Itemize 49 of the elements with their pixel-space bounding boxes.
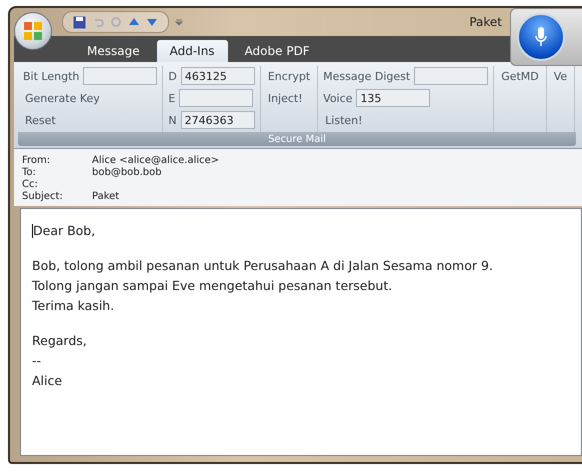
office-logo-button[interactable] bbox=[14, 12, 52, 50]
field-label: Message Digest bbox=[323, 70, 410, 82]
microphone-button[interactable] bbox=[517, 13, 565, 61]
field-label: Bit Length bbox=[23, 70, 80, 82]
group-label: Secure Mail bbox=[18, 132, 576, 146]
ribbon-button[interactable]: Ve bbox=[552, 70, 570, 82]
input-field[interactable]: 463125 bbox=[180, 67, 255, 85]
down-arrow-icon[interactable] bbox=[146, 17, 158, 27]
field-label: D bbox=[168, 70, 177, 82]
header-label: Cc: bbox=[22, 179, 39, 190]
input-field[interactable] bbox=[414, 67, 488, 85]
office-logo-icon bbox=[23, 21, 43, 41]
body-text: Alice bbox=[32, 372, 62, 390]
microphone-icon bbox=[534, 26, 548, 48]
header-value: bob@bob.bob bbox=[92, 167, 163, 178]
body-text: Regards, bbox=[32, 332, 87, 350]
header-value: Paket bbox=[92, 191, 120, 202]
ribbon-button[interactable]: Encrypt bbox=[266, 70, 312, 82]
save-icon[interactable] bbox=[73, 16, 86, 28]
input-field[interactable]: 135 bbox=[356, 89, 430, 107]
header-label: Subject: bbox=[22, 191, 64, 202]
header-value: Alice <alice@alice.alice> bbox=[92, 155, 220, 166]
ribbon-button[interactable]: GetMD bbox=[499, 70, 541, 82]
body-text: -- bbox=[32, 352, 42, 370]
up-arrow-icon[interactable] bbox=[128, 17, 140, 27]
ribbon-button[interactable]: Reset bbox=[23, 114, 58, 126]
field-label: E bbox=[168, 92, 176, 104]
ribbon-button[interactable]: Inject! bbox=[266, 92, 305, 104]
body-text: Dear Bob, bbox=[33, 222, 96, 240]
header-label: To: bbox=[22, 167, 37, 178]
redo-icon[interactable] bbox=[110, 16, 122, 28]
ribbon-tab[interactable]: Add-Ins bbox=[156, 40, 228, 62]
ribbon-tab[interactable]: Adobe PDF bbox=[232, 40, 323, 62]
text-cursor bbox=[32, 224, 33, 238]
message-body[interactable]: Dear Bob, Bob, tolong ambil pesanan untuk Perusahaan A di Jalan Sesama nomor 9. Tolong jangan sampai Eve mengetahui pesanan tersebut. Terima kasih. Regards, -- Alice bbox=[20, 208, 582, 456]
body-text: Tolong jangan sampai Eve mengetahui pesanan tersebut. bbox=[32, 277, 392, 295]
ribbon-button[interactable]: Listen! bbox=[323, 114, 365, 126]
input-field[interactable] bbox=[179, 89, 254, 107]
input-field[interactable] bbox=[83, 67, 158, 85]
field-label: Voice bbox=[323, 92, 352, 104]
ribbon-tab[interactable]: Message bbox=[74, 40, 153, 62]
body-text: Terima kasih. bbox=[32, 297, 114, 315]
field-label: N bbox=[168, 114, 177, 126]
header-label: From: bbox=[22, 155, 52, 166]
window-title: Paket bbox=[469, 15, 502, 29]
customize-caret-icon[interactable] bbox=[175, 18, 183, 26]
body-text: Bob, tolong ambil pesanan untuk Perusahaan A di Jalan Sesama nomor 9. bbox=[32, 257, 493, 275]
input-field[interactable]: 2746363 bbox=[180, 111, 255, 129]
ribbon-button[interactable]: Generate Key bbox=[23, 92, 102, 104]
